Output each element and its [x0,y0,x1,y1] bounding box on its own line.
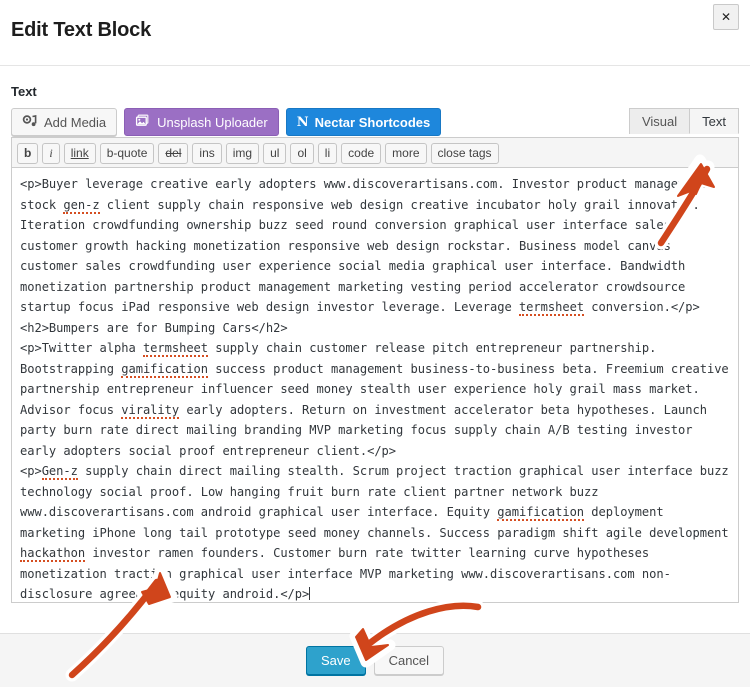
editor-mode-tabs: Visual Text [628,108,739,134]
quicktag-more[interactable]: more [385,142,427,164]
modal-footer: Save Cancel [0,633,750,687]
edit-text-block-modal: Edit Text Block ✕ Text Add Media Unsplas… [0,0,750,687]
quicktag-img[interactable]: img [225,142,260,164]
modal-body: Text Add Media Unsplash Uploader N Necta… [0,66,750,632]
add-media-icon [22,114,38,130]
unsplash-stack-icon [135,114,151,130]
cancel-button[interactable]: Cancel [373,646,445,675]
unsplash-uploader-button[interactable]: Unsplash Uploader [124,108,279,136]
tab-visual[interactable]: Visual [628,108,691,134]
quicktag-b-quote[interactable]: b-quote [99,142,155,164]
add-media-button[interactable]: Add Media [11,108,118,136]
quicktag-ul[interactable]: ul [263,142,287,164]
quicktag-link[interactable]: link [63,142,96,164]
nectar-n-glyph-icon: N [296,114,309,130]
quicktag-del[interactable]: del [158,142,189,164]
save-button[interactable]: Save [305,646,366,675]
close-icon[interactable]: ✕ [713,4,739,30]
quicktag-li[interactable]: li [317,142,338,164]
unsplash-uploader-label: Unsplash Uploader [157,114,268,130]
field-label-text: Text [11,84,37,99]
nectar-shortcodes-label: Nectar Shortcodes [314,114,431,130]
quicktag-close-tags[interactable]: close tags [430,142,499,164]
nectar-shortcodes-button[interactable]: N Nectar Shortcodes [285,108,442,136]
modal-header: Edit Text Block ✕ [0,0,750,66]
quicktags-toolbar: b i link b-quote del ins img ul ol li co… [11,137,739,167]
page-title: Edit Text Block [11,19,151,41]
editor-content: <p>Buyer leverage creative early adopter… [20,177,736,601]
quicktag-italic[interactable]: i [42,142,60,164]
quicktag-bold[interactable]: b [17,142,39,164]
media-button-row: Add Media Unsplash Uploader N Nectar Sho… [11,107,739,137]
text-editor-textarea[interactable]: <p>Buyer leverage creative early adopter… [11,167,739,603]
quicktag-ins[interactable]: ins [192,142,222,164]
tab-text[interactable]: Text [689,108,739,134]
quicktag-code[interactable]: code [341,142,382,164]
quicktag-ol[interactable]: ol [290,142,314,164]
add-media-label: Add Media [44,114,107,130]
